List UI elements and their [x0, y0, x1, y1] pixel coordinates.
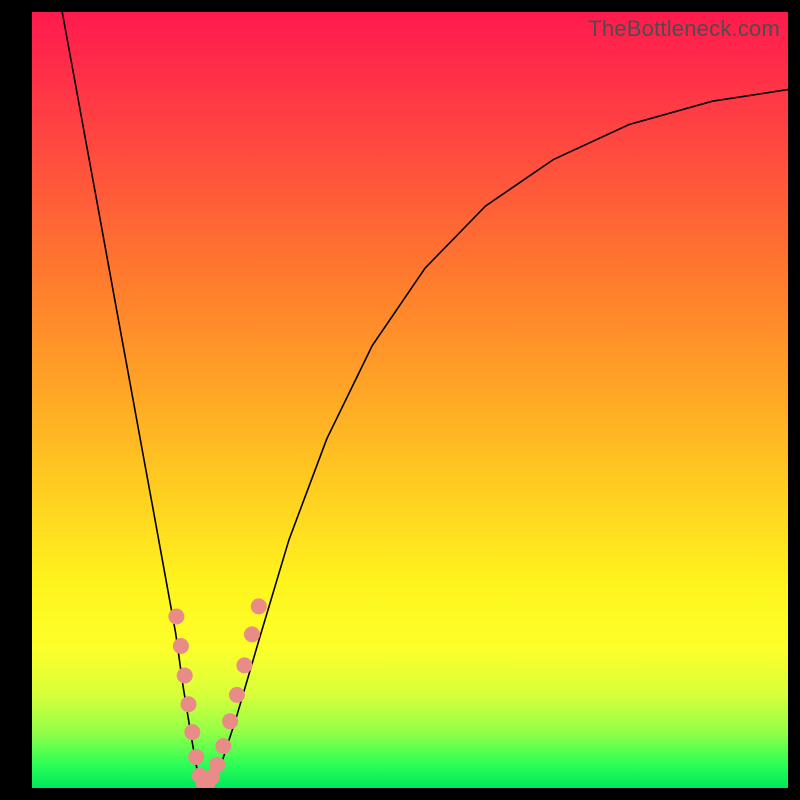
chart-frame: TheBottleneck.com — [0, 0, 800, 800]
marker-dot — [196, 775, 212, 788]
marker-dot — [188, 749, 204, 765]
curve-left-branch — [62, 12, 200, 784]
marker-dot — [204, 769, 220, 785]
marker-dot — [184, 724, 200, 740]
marker-dot — [244, 626, 260, 642]
marker-dot — [209, 757, 225, 773]
marker-dot — [192, 768, 208, 784]
marker-dot — [181, 696, 197, 712]
marker-dot — [177, 668, 193, 684]
marker-dot — [222, 713, 238, 729]
bottleneck-curve — [32, 12, 788, 788]
marker-dot — [199, 775, 215, 788]
marker-dot — [236, 657, 252, 673]
marker-dot — [215, 738, 231, 754]
marker-dot — [168, 609, 184, 625]
plot-area: TheBottleneck.com — [32, 12, 788, 788]
marker-dot — [173, 638, 189, 654]
curve-right-branch — [210, 90, 788, 785]
marker-dot — [251, 598, 267, 614]
marker-dot — [229, 687, 245, 703]
marker-dots — [168, 598, 266, 788]
watermark-text: TheBottleneck.com — [588, 16, 780, 42]
